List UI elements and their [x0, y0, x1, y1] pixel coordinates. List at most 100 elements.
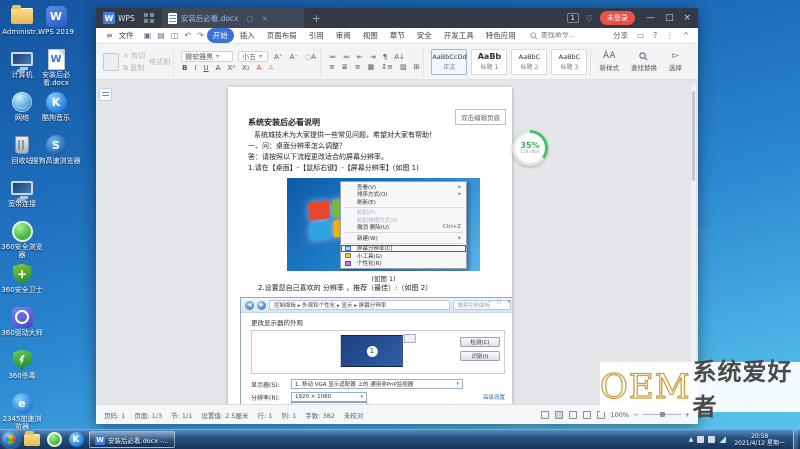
taskbar-explorer-icon[interactable] [23, 432, 41, 448]
navigation-pane-icon[interactable] [99, 88, 112, 101]
desktop-icon-360-antivirus[interactable]: 360杀毒 [0, 348, 44, 391]
print-icon[interactable]: ▤ [154, 31, 168, 40]
collapse-ribbon-button[interactable]: ^ [683, 31, 689, 40]
ribbon-tab-developer[interactable]: 开发工具 [438, 28, 480, 43]
login-button[interactable]: 未登录 [600, 11, 635, 25]
show-desktop-button[interactable] [793, 430, 798, 449]
more-button[interactable]: ⋮ [666, 31, 674, 40]
desktop-icon-broadband[interactable]: 宽带连接 [0, 176, 44, 219]
status-word-count[interactable]: 字数: 382 [305, 410, 335, 420]
ribbon-tab-insert[interactable]: 插入 [234, 28, 261, 43]
tray-icon-1[interactable] [697, 436, 704, 443]
grow-font-icon[interactable]: A⁺ [273, 53, 283, 61]
wps-logo[interactable]: W WPS [96, 12, 142, 24]
view-outline-icon[interactable] [583, 411, 591, 419]
line-spacing-icon[interactable]: ↕≡ [380, 63, 394, 71]
shading-icon[interactable]: ▨ [399, 63, 408, 71]
border-icon[interactable]: ⊞ [413, 63, 421, 71]
font-name-select[interactable]: 微软雅黑▾ [181, 51, 233, 62]
sort-icon[interactable]: A↓ [393, 53, 406, 61]
new-style-button[interactable]: ÀA 新样式 [595, 46, 623, 77]
desktop-icon-sogou[interactable]: S搜狗高速浏览器 [30, 133, 82, 176]
style-heading3[interactable]: AaBbC标题 3 [551, 49, 587, 75]
tray-icon-2[interactable] [708, 436, 715, 443]
undo-icon[interactable]: ↶ [181, 31, 194, 40]
document-tab[interactable]: 安装后必看.docx ○ × [162, 8, 304, 28]
tab-close-icon[interactable]: × [261, 14, 268, 23]
strikethrough-button[interactable]: A̶ [215, 64, 222, 72]
ribbon-tab-view[interactable]: 视图 [357, 28, 384, 43]
copy-button[interactable]: ⧉ 复制 [123, 63, 145, 73]
maximize-button[interactable]: □ [665, 13, 674, 23]
heart-icon[interactable]: ♡ [586, 14, 593, 23]
cut-button[interactable]: ✕ 剪切 [123, 51, 145, 61]
save-icon[interactable]: ▣ [141, 31, 155, 40]
minimize-button[interactable]: — [646, 13, 655, 23]
desktop-icon-docx[interactable]: W安装后必看.docx [30, 47, 82, 90]
desktop-icon-360-safe[interactable]: 360安全卫士 [0, 262, 44, 305]
new-tab-button[interactable]: + [304, 12, 329, 25]
zoom-slider[interactable] [643, 414, 681, 415]
panel-icon[interactable]: ▭ [637, 31, 644, 40]
start-button[interactable] [2, 431, 19, 448]
underline-button[interactable]: U [203, 64, 210, 72]
share-button[interactable]: 分享 [613, 30, 628, 41]
ribbon-tab-home[interactable]: 开始 [207, 28, 234, 43]
status-proofing[interactable]: 未校对 [344, 410, 364, 420]
message-badge[interactable]: 1 [567, 13, 579, 23]
font-color-button[interactable]: A [256, 64, 263, 72]
desktop-icon-2345-browser[interactable]: e2345加速浏览器 [0, 391, 44, 434]
decrease-indent-icon[interactable]: ⇤ [356, 53, 364, 61]
ribbon-tab-references[interactable]: 引用 [303, 28, 330, 43]
ribbon-tab-page-layout[interactable]: 页面布局 [261, 28, 303, 43]
number-list-icon[interactable]: ≕ [342, 53, 351, 61]
style-heading1[interactable]: AaBb标题 1 [471, 49, 507, 75]
scrollbar-thumb[interactable] [692, 91, 695, 181]
justify-icon[interactable]: ▦ [367, 63, 376, 71]
taskbar-active-task[interactable]: W 安装后必看.docx -... [89, 431, 175, 448]
select-button[interactable]: ▻ 选择 [665, 46, 686, 77]
print-preview-icon[interactable]: ◫ [168, 31, 182, 40]
view-fullscreen-icon[interactable] [541, 411, 549, 419]
close-button[interactable]: × [683, 13, 691, 23]
shrink-font-icon[interactable]: A⁻ [289, 53, 299, 61]
desktop-icon-wps-2019[interactable]: WWPS 2019 [30, 4, 82, 47]
file-menu[interactable]: ≡ 文件 [96, 30, 141, 41]
font-size-select[interactable]: 小五▾ [238, 51, 268, 62]
tray-expand-icon[interactable]: ▲ [689, 436, 694, 443]
highlight-button[interactable]: A [267, 64, 274, 72]
align-center-icon[interactable]: ≣ [341, 63, 349, 71]
italic-button[interactable]: I [193, 64, 197, 72]
taskbar-360-browser-icon[interactable] [45, 432, 63, 448]
command-search[interactable] [530, 32, 597, 40]
desktop-icon-360-driver[interactable]: 360驱动大师 [0, 305, 44, 348]
clear-format-icon[interactable]: ◌A [304, 53, 317, 61]
find-replace-button[interactable]: 查找替换 [627, 46, 661, 77]
ribbon-tab-review[interactable]: 审阅 [330, 28, 357, 43]
help-button[interactable]: ? [653, 31, 657, 40]
align-left-icon[interactable]: ≡ [328, 63, 336, 71]
paste-icon[interactable] [103, 53, 119, 71]
download-progress-badge[interactable]: 35% 124.0K/s [512, 130, 548, 166]
bold-button[interactable]: B [181, 64, 188, 72]
bullet-list-icon[interactable]: ≔ [328, 53, 337, 61]
edit-header-button[interactable]: 双击编辑页眉 [455, 109, 506, 125]
command-search-input[interactable] [541, 32, 597, 39]
format-painter-button[interactable]: 格式刷 [149, 57, 170, 67]
ribbon-tab-special[interactable]: 特色应用 [480, 28, 522, 43]
tab-pin-icon[interactable]: ○ [247, 14, 254, 23]
taskbar-kugou-icon[interactable]: K [67, 432, 85, 448]
taskbar-clock[interactable]: 20:58 2021/4/12 星期一 [730, 433, 789, 447]
view-web-layout-icon[interactable] [569, 411, 577, 419]
increase-indent-icon[interactable]: ⇥ [369, 53, 377, 61]
subscript-button[interactable]: X₂ [241, 64, 251, 72]
align-right-icon[interactable]: ≡ [354, 63, 362, 71]
ribbon-tab-section[interactable]: 章节 [384, 28, 411, 43]
ribbon-tab-security[interactable]: 安全 [411, 28, 438, 43]
document-page[interactable]: 双击编辑页眉 系统安装后必看说明 系统城技术为大家提供一些常见问题，希望对大家有… [228, 87, 512, 404]
desktop-icon-kugou[interactable]: K酷狗音乐 [30, 90, 82, 133]
style-heading2[interactable]: AaBbC标题 2 [511, 49, 547, 75]
paragraph-mark-icon[interactable]: ¶ [382, 53, 388, 61]
desktop-icon-360-browser[interactable]: 360安全浏览器 [0, 219, 44, 262]
view-print-layout-icon[interactable] [555, 411, 563, 419]
